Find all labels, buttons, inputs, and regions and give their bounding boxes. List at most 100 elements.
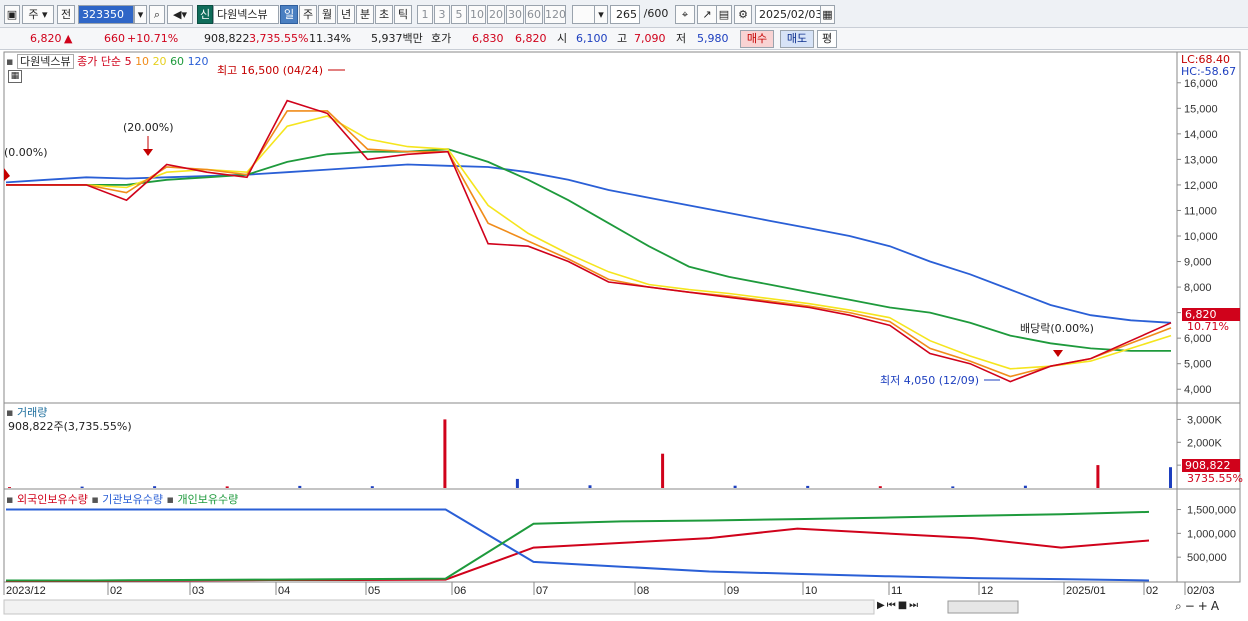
legend-ma-title: 종가 단순 xyxy=(77,55,122,68)
minute-tab-60[interactable]: 60 xyxy=(525,5,543,24)
chart-canvas[interactable]: 4,0005,0006,0007,0008,0009,00010,00011,0… xyxy=(0,50,1248,621)
period-tab-2[interactable]: 월 xyxy=(318,5,336,24)
zoom-out-icon[interactable]: − xyxy=(1185,599,1198,613)
x-tick-label-11: 12 xyxy=(981,585,993,597)
market-select[interactable]: 주 ▾ xyxy=(22,5,54,24)
avg-button[interactable]: 평 xyxy=(817,30,837,48)
minute-tab-20[interactable]: 20 xyxy=(487,5,505,24)
chart-toolbar: ▣ 주 ▾ 전 323350 ▾ ⌕ ◀▾ 신 다원넥스뷰 일주월년분초틱 13… xyxy=(0,0,1248,28)
crosshair-icon[interactable]: ⌖ xyxy=(675,5,695,24)
x-tick-label-8: 09 xyxy=(727,585,739,597)
high-price: 7,090 xyxy=(634,32,666,45)
minute-tab-10[interactable]: 10 xyxy=(468,5,486,24)
price-tick-label-5: 9,000 xyxy=(1184,257,1212,269)
current-price: 6,820 xyxy=(30,32,62,45)
price-tick-label-10: 14,000 xyxy=(1184,129,1218,141)
window-menu-icon[interactable]: ▣ xyxy=(4,5,20,24)
volume-bar-7 xyxy=(515,478,519,488)
volume-bar-15 xyxy=(1096,465,1100,488)
low-annotation: 최저 4,050 (12/09) xyxy=(880,374,979,387)
market-label: 주 xyxy=(28,8,39,21)
zoom-in-icon[interactable]: + xyxy=(1198,599,1211,613)
event1-annotation: (20.00%) xyxy=(123,121,174,134)
start-annotation: (0.00%) xyxy=(4,146,48,159)
price-tick-label-6: 10,000 xyxy=(1184,231,1218,243)
chart-area[interactable]: 4,0005,0006,0007,0008,0009,00010,00011,0… xyxy=(0,50,1248,621)
minute-tab-5[interactable]: 5 xyxy=(451,5,467,24)
trendline-icon[interactable]: ↗ xyxy=(697,5,717,24)
volume-tick-label-1: 2,000K xyxy=(1187,437,1223,449)
legend-ma5[interactable]: 5 xyxy=(125,55,132,68)
holdings-tick-label-2: 1,500,000 xyxy=(1187,505,1236,517)
zoom-search-icon[interactable]: ⌕ xyxy=(1175,599,1185,613)
search-icon[interactable]: ⌕ xyxy=(149,5,165,24)
volume-bar-16 xyxy=(1169,467,1172,488)
volume: 908,822 xyxy=(204,32,250,45)
price-tick-label-4: 8,000 xyxy=(1184,282,1212,294)
scroll-next-icon[interactable]: ▶ xyxy=(877,600,887,611)
minute-tab-3[interactable]: 3 xyxy=(434,5,450,24)
prefix-button[interactable]: 전 xyxy=(57,5,75,24)
gear-icon[interactable]: ⚙ xyxy=(734,5,752,24)
calendar-icon[interactable]: ▦ xyxy=(820,5,835,24)
scroll-first-icon[interactable]: ⏮ xyxy=(887,600,898,611)
volume-bar-6 xyxy=(443,419,447,488)
holdings-individual[interactable]: 개인보유수량 xyxy=(177,493,238,506)
legend-ma120[interactable]: 120 xyxy=(188,55,209,68)
period-tab-0[interactable]: 일 xyxy=(280,5,298,24)
x-tick-label-2: 03 xyxy=(192,585,204,597)
minute-tab-120[interactable]: 120 xyxy=(544,5,566,24)
period-tab-4[interactable]: 분 xyxy=(356,5,374,24)
period-tab-5[interactable]: 초 xyxy=(375,5,393,24)
volume-bar-0 xyxy=(8,487,11,488)
legend-ma10[interactable]: 10 xyxy=(135,55,149,68)
minute-tab-30[interactable]: 30 xyxy=(506,5,524,24)
speaker-icon[interactable]: ◀▾ xyxy=(167,5,193,24)
minute-tab-1[interactable]: 1 xyxy=(417,5,433,24)
price-change: 660 xyxy=(104,32,125,45)
volume-legend-value: 908,822주(3,735.55%) xyxy=(8,420,132,433)
table-toggle-icon[interactable]: ▦ xyxy=(8,70,22,83)
sell-button[interactable]: 매도 xyxy=(780,30,814,48)
holdings-tick-label-0: 500,000 xyxy=(1187,552,1227,564)
period-tab-6[interactable]: 틱 xyxy=(394,5,412,24)
count-total: /600 xyxy=(643,7,669,20)
scroll-controls[interactable]: ▶⏮■⏭ xyxy=(877,600,920,611)
volume-bar-11 xyxy=(806,485,810,488)
save-icon[interactable]: ▤ xyxy=(716,5,732,24)
volume-tick-label-2: 3,000K xyxy=(1187,414,1223,426)
holdings-legend: ▪ 외국인보유수량 ▪ 기관보유수량 ▪ 개인보유수량 xyxy=(6,493,239,506)
volume-ratio: 3,735.55% xyxy=(249,32,309,45)
price-tick-label-9: 13,000 xyxy=(1184,154,1218,166)
zoom-controls[interactable]: ⌕−+A xyxy=(1175,599,1222,614)
legend-ma60[interactable]: 60 xyxy=(170,55,184,68)
code-dropdown-icon[interactable]: ▾ xyxy=(134,5,147,24)
price-tick-label-12: 16,000 xyxy=(1184,78,1218,90)
x-tick-label-14: 02/03 xyxy=(1187,585,1215,597)
volume-bar-9 xyxy=(661,453,665,488)
stop-icon[interactable]: ■ xyxy=(898,600,909,611)
buy-button[interactable]: 매수 xyxy=(740,30,774,48)
period-tab-1[interactable]: 주 xyxy=(299,5,317,24)
volume-bar-5 xyxy=(370,486,374,488)
count-input[interactable]: 265 xyxy=(610,5,640,24)
stock-code-input[interactable]: 323350 xyxy=(78,5,134,24)
trade-amount: 5,937백만 xyxy=(371,32,423,45)
legend-ma20[interactable]: 20 xyxy=(153,55,167,68)
bid-price: 6,820 xyxy=(515,32,547,45)
x-tick-label-13: 02 xyxy=(1146,585,1158,597)
volume-bar-13 xyxy=(951,486,955,488)
holdings-foreign[interactable]: 외국인보유수량 xyxy=(17,493,88,506)
holdings-institution[interactable]: 기관보유수량 xyxy=(102,493,163,506)
price-legend: ▪ 다원넥스뷰 종가 단순 5 10 20 60 120 xyxy=(6,54,209,69)
auto-scale-icon[interactable]: A xyxy=(1211,599,1222,613)
x-tick-label-1: 02 xyxy=(110,585,122,597)
scroll-last-icon[interactable]: ⏭ xyxy=(909,600,920,611)
period-tab-3[interactable]: 년 xyxy=(337,5,355,24)
x-tick-label-0: 2023/12 xyxy=(6,585,46,597)
minute-dropdown-icon[interactable]: ▾ xyxy=(594,5,608,24)
volume-bar-2 xyxy=(153,486,157,488)
date-input[interactable]: 2025/02/03 xyxy=(755,5,822,24)
event2-annotation: 배당락(0.00%) xyxy=(1020,322,1094,335)
volume-bar-10 xyxy=(733,485,737,488)
